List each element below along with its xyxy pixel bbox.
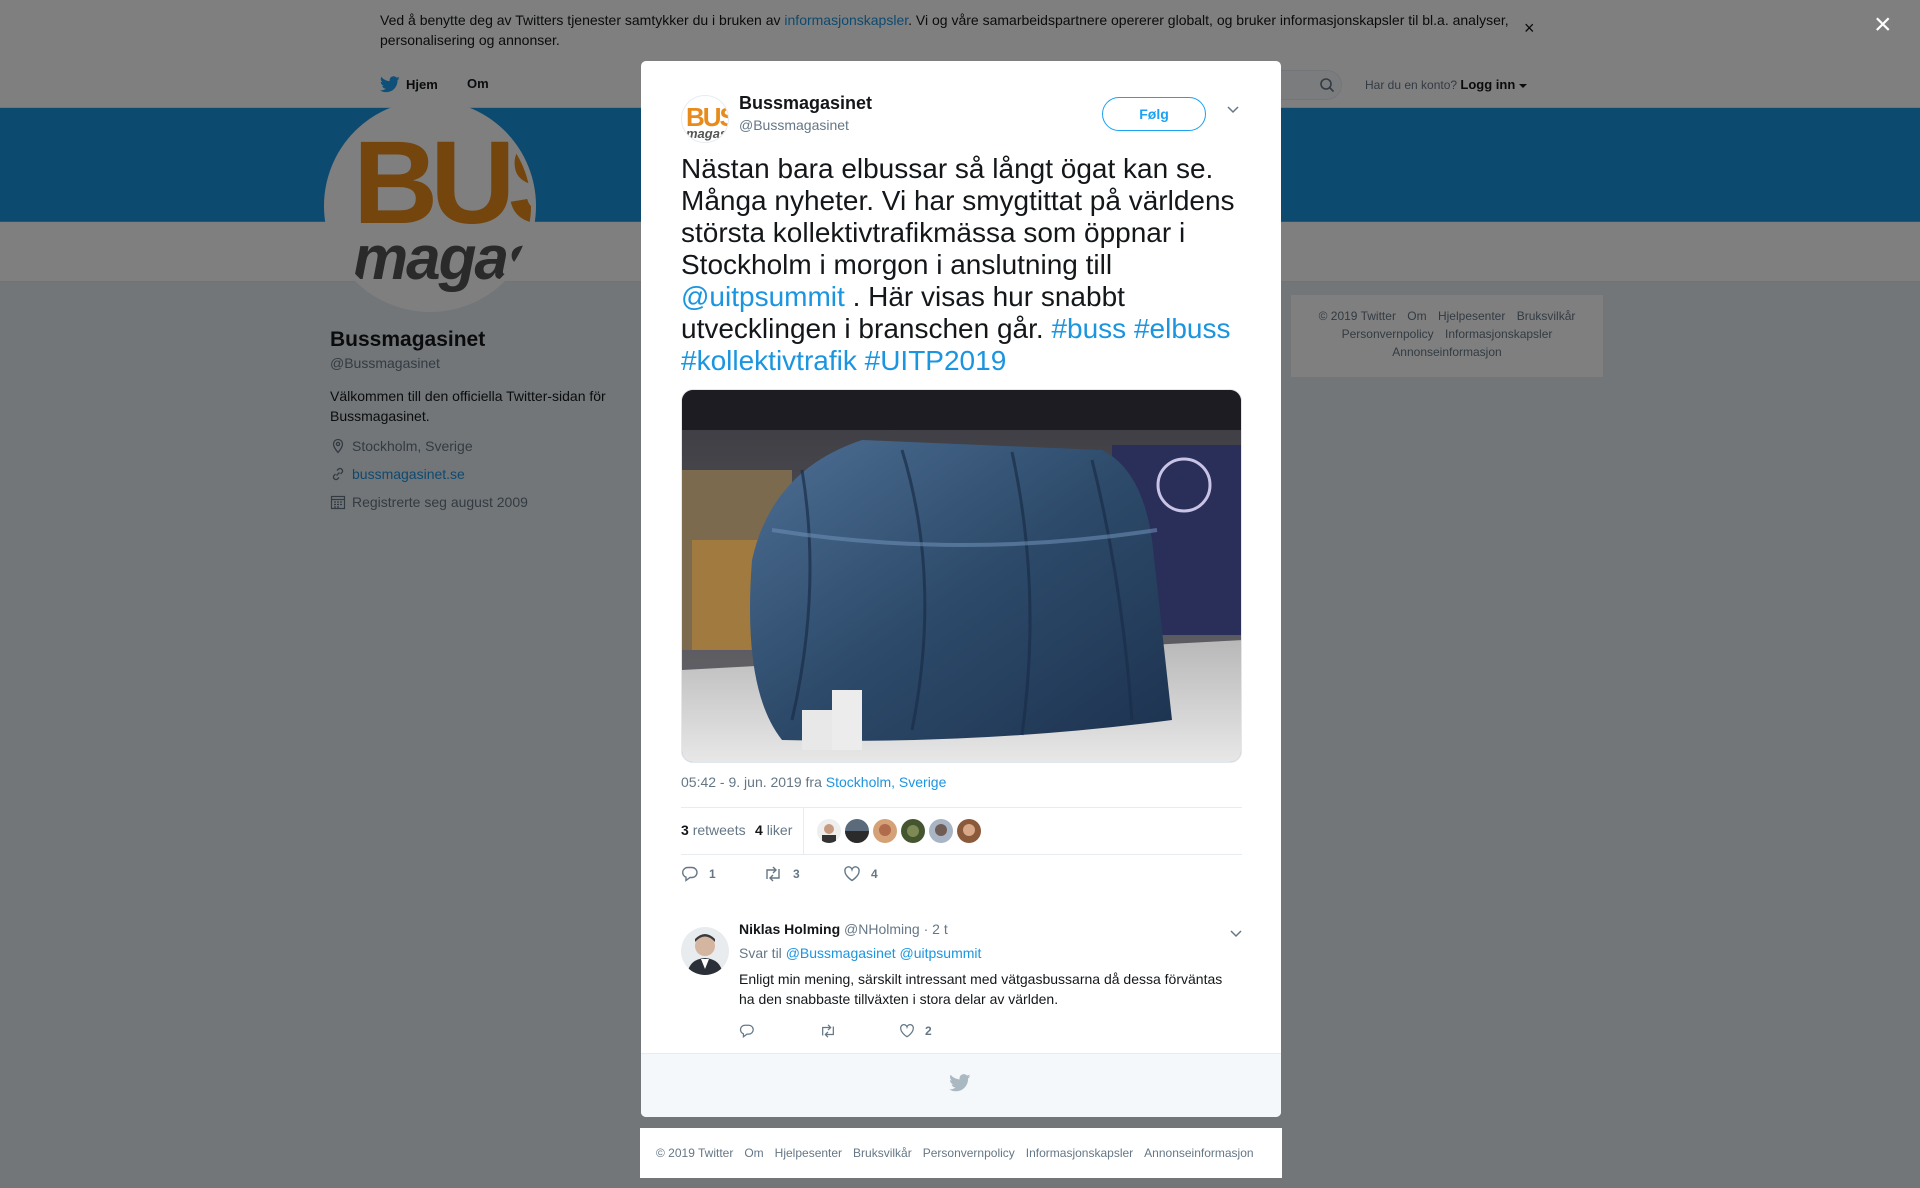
stat-divider [803,808,804,854]
footer-link[interactable]: Informasjonskapsler [1026,1146,1133,1160]
liker-avatar[interactable] [817,819,841,843]
tweet-timestamp: 05:42 - 9. jun. 2019 fra Stockholm, Sver… [681,774,947,790]
like-stat[interactable]: 4 liker [755,822,792,838]
mention-link[interactable]: @uitpsummit [681,281,845,312]
footer-link[interactable]: Personvernpolicy [923,1146,1015,1160]
modal-bottom-bar [641,1053,1281,1117]
reply-time[interactable]: · 2 t [924,921,948,937]
tweet-author-avatar[interactable]: BUS magasi [681,95,729,143]
tweet-author-handle[interactable]: @Bussmagasinet [739,117,849,133]
tweet-modal: BUS magasi Bussmagasinet @Bussmagasinet … [641,61,1281,1117]
reply-to-mention[interactable]: @Bussmagasinet [786,945,896,961]
retweet-button[interactable]: 3 [763,865,800,883]
heart-icon [844,866,860,882]
reply-to-mention[interactable]: @uitpsummit [900,945,982,961]
reply-icon [682,866,698,882]
follow-button[interactable]: Følg [1102,97,1206,131]
retweet-icon [822,1024,834,1038]
retweet-icon [766,866,780,882]
bird-icon [949,1074,971,1092]
retweet-stat[interactable]: 3 retweets [681,822,746,838]
heart-icon [900,1024,914,1038]
liker-avatar[interactable] [957,819,981,843]
reply-reply-button[interactable] [739,1023,755,1039]
footer-link[interactable]: Annonseinformasjon [1144,1146,1253,1160]
tweet-author-name[interactable]: Bussmagasinet [739,93,872,114]
hashtag-link[interactable]: #UITP2019 [865,345,1007,376]
reply-button[interactable]: 1 [681,865,716,883]
hashtag-link[interactable]: #kollektivtrafik [681,345,857,376]
like-button[interactable]: 4 [843,865,878,883]
reply-text: Enligt min mening, särskilt intressant m… [739,971,1223,1007]
reply-to: Svar til @Bussmagasinet @uitpsummit [739,945,982,961]
liker-avatars [817,819,981,843]
liker-avatar[interactable] [873,819,897,843]
reply-retweet-button[interactable] [819,1023,837,1039]
covered-bus-image [682,390,1241,762]
reply-like-button[interactable]: 2 [899,1023,932,1039]
chevron-down-icon[interactable] [1229,929,1243,939]
reply-header: Niklas Holming @NHolming · 2 t [739,921,948,937]
close-icon[interactable]: × [1874,10,1892,40]
footer-link[interactable]: Om [744,1146,763,1160]
footer-link[interactable]: Hjelpesenter [775,1146,842,1160]
liker-avatar[interactable] [901,819,925,843]
tweet-photo[interactable] [681,389,1242,763]
reply-author-handle[interactable]: @NHolming [844,921,920,937]
reply-author-name[interactable]: Niklas Holming [739,921,840,937]
tweet-text: Nästan bara elbussar så långt ögat kan s… [681,153,1235,376]
modal-footer: © 2019 Twitter Om Hjelpesenter Bruksvilk… [640,1128,1282,1178]
footer-link[interactable]: Bruksvilkår [853,1146,912,1160]
reply-icon [739,1024,754,1039]
footer-link[interactable]: © 2019 Twitter [656,1146,733,1160]
hashtag-link[interactable]: #buss [1051,313,1126,344]
reply-author-avatar[interactable] [681,927,729,975]
tweet-location-link[interactable]: Stockholm, Sverige [826,774,947,790]
liker-avatar[interactable] [929,819,953,843]
tweet-stats: 3 retweets 4 liker [681,807,1242,855]
liker-avatar[interactable] [845,819,869,843]
hashtag-link[interactable]: #elbuss [1134,313,1231,344]
chevron-down-icon[interactable] [1226,105,1240,115]
